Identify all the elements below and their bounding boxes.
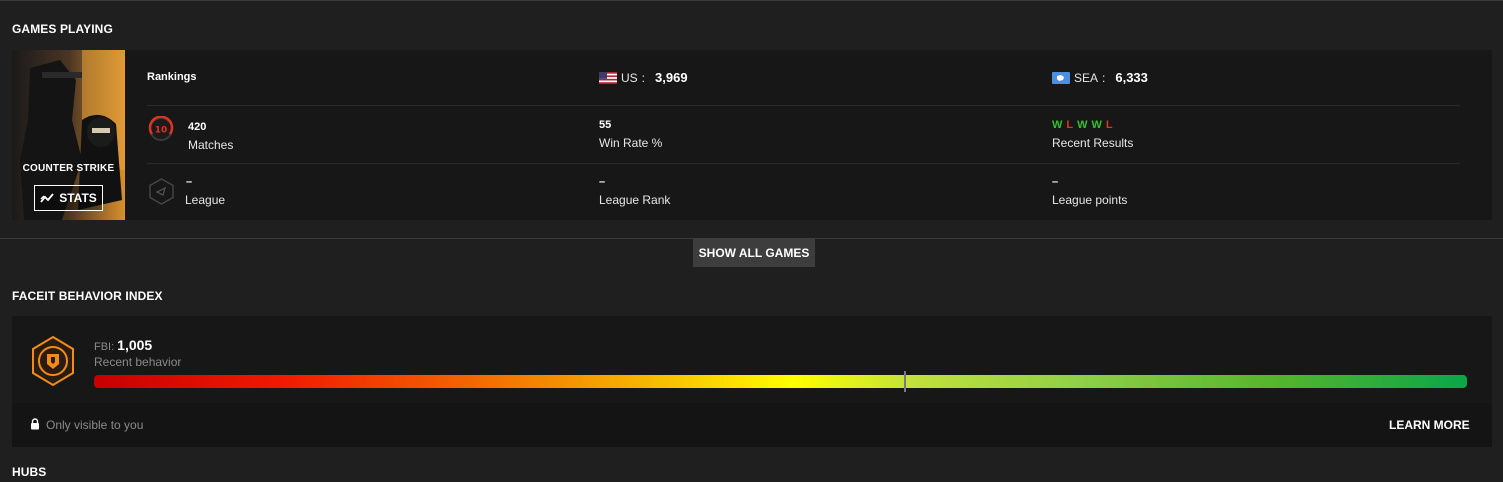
recent-results-list: W L W W L [1052, 119, 1113, 131]
sea-ranking-value: 6,333 [1115, 70, 1148, 85]
league-points-label: League points [1052, 193, 1128, 207]
ranking-us: US : 3,969 [599, 70, 688, 85]
fbi-badge-icon [32, 335, 74, 387]
recent-results-label: Recent Results [1052, 136, 1134, 150]
ranking-sea: SEA : 6,333 [1052, 70, 1148, 85]
matches-value: 420 [188, 121, 207, 133]
behavior-level-marker [904, 371, 906, 392]
learn-more-link[interactable]: LEARN MORE [1389, 418, 1470, 432]
row-divider [147, 163, 1460, 164]
us-ranking-value: 3,969 [655, 70, 688, 85]
win-rate-label: Win Rate % [599, 136, 663, 150]
sea-region-icon [1052, 71, 1070, 84]
matches-label: Matches [188, 138, 234, 152]
league-label: League [185, 193, 226, 207]
sea-colon: : [1102, 70, 1106, 85]
skill-level-number: 10 [155, 126, 168, 136]
skill-level-icon: 10 [148, 116, 174, 141]
game-logo-text: COUNTER STRIKE [22, 163, 115, 174]
rankings-label: Rankings [147, 71, 197, 83]
result-2: L [1066, 119, 1074, 131]
behavior-card-footer [12, 403, 1492, 447]
league-icon [149, 178, 174, 205]
league-rank-value: – [599, 176, 606, 188]
fbi-label: FBI: [94, 341, 115, 353]
result-1: W [1052, 119, 1063, 131]
hubs-title: HUBS [12, 465, 47, 479]
fbi-score: FBI: 1,005 [94, 337, 152, 353]
privacy-text: Only visible to you [46, 418, 144, 432]
us-colon: : [641, 70, 646, 85]
result-4: W [1091, 119, 1102, 131]
result-3: W [1077, 119, 1088, 131]
behavior-progress-bar [94, 375, 1467, 388]
behavior-card [12, 316, 1492, 403]
stats-button-label: STATS [59, 191, 97, 205]
us-region-label: US [621, 70, 638, 85]
result-5: L [1105, 119, 1113, 131]
league-value: – [186, 176, 193, 188]
game-card [12, 50, 1492, 220]
fbi-value: 1,005 [117, 337, 153, 353]
lock-icon [31, 418, 39, 430]
sea-region-label: SEA [1074, 70, 1099, 85]
games-playing-title: GAMES PLAYING [12, 22, 113, 36]
league-points-value: – [1052, 176, 1059, 188]
top-divider [0, 0, 1503, 1]
behavior-index-title: FACEIT BEHAVIOR INDEX [12, 289, 163, 303]
fbi-subtitle: Recent behavior [94, 355, 182, 369]
show-all-games-button[interactable]: SHOW ALL GAMES [693, 238, 815, 267]
trend-icon [40, 193, 54, 203]
stats-button[interactable]: STATS [34, 185, 103, 211]
league-rank-label: League Rank [599, 193, 671, 207]
game-cover[interactable]: COUNTER STRIKE STATS [12, 50, 125, 220]
row-divider [147, 105, 1460, 106]
win-rate-value: 55 [599, 119, 612, 131]
us-flag-icon [599, 71, 617, 84]
